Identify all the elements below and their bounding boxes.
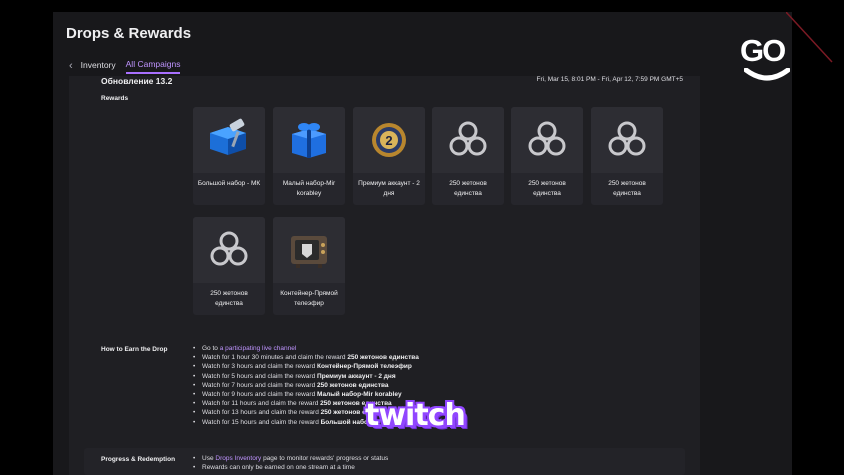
list-item: Watch for 7 hours and claim the reward 2… xyxy=(193,381,419,390)
reward-name: 250 жетонов единства xyxy=(210,290,248,307)
unity-token-icon xyxy=(591,107,663,173)
reward-name: 250 жетонов единства xyxy=(449,180,487,197)
unity-token-icon xyxy=(193,217,265,283)
blue-gift-box-icon xyxy=(273,107,345,173)
reward-name: Большой набор - МК xyxy=(197,180,261,187)
list-item: Use Drops Inventory page to monitor rewa… xyxy=(193,454,388,463)
reward-card[interactable]: Малый набор-Mir korabley xyxy=(273,107,345,205)
participating-channel-link[interactable]: a participating live channel xyxy=(220,345,297,352)
progress-label: Progress & Redemption xyxy=(101,456,176,463)
reward-name: Контейнер-Прямой телеэфир xyxy=(280,290,338,307)
list-item: Go to a participating live channel xyxy=(193,344,419,353)
unity-token-icon xyxy=(511,107,583,173)
chevron-left-icon[interactable]: ‹ xyxy=(69,60,73,72)
premium-badge-icon: 2 xyxy=(353,107,425,173)
list-item: Watch for 5 hours and claim the reward П… xyxy=(193,372,419,381)
campaign-dates: Fri, Mar 15, 8:01 PM - Fri, Apr 12, 7:59… xyxy=(536,76,683,83)
twitch-logo-text: twitch xyxy=(365,398,466,433)
screenshot-stage: Drops & Rewards ‹ Inventory All Campaign… xyxy=(0,0,844,475)
reward-card[interactable]: 2 Премиум аккаунт - 2 дня xyxy=(353,107,425,205)
reward-name: Премиум аккаунт - 2 дня xyxy=(358,180,420,197)
tab-inventory[interactable]: Inventory xyxy=(81,60,116,73)
blue-box-with-item-icon xyxy=(193,107,265,173)
list-item: Watch for 1 hour 30 minutes and claim th… xyxy=(193,353,419,362)
tab-all-campaigns[interactable]: All Campaigns xyxy=(125,59,181,74)
reward-name: 250 жетонов единства xyxy=(528,180,566,197)
reward-card[interactable]: 250 жетонов единства xyxy=(193,217,265,315)
smile-icon xyxy=(744,68,790,81)
drops-inventory-link[interactable]: Drops Inventory xyxy=(215,455,261,462)
progress-list: Use Drops Inventory page to monitor rewa… xyxy=(193,454,388,473)
reward-card[interactable]: 250 жетонов единства xyxy=(591,107,663,205)
list-item: Rewards can only be earned on one stream… xyxy=(193,463,388,472)
twitch-logo: twitch xyxy=(365,398,483,438)
reward-name: Малый набор-Mir korabley xyxy=(282,180,336,197)
reward-card[interactable]: Контейнер-Прямой телеэфир xyxy=(273,217,345,315)
tab-bar: ‹ Inventory All Campaigns xyxy=(69,58,190,74)
unity-token-icon xyxy=(432,107,504,173)
how-to-earn-label: How to Earn the Drop xyxy=(101,346,168,353)
reward-card[interactable]: 250 жетонов единства xyxy=(511,107,583,205)
svg-text:2: 2 xyxy=(385,133,392,148)
corner-line-decoration xyxy=(786,12,833,63)
reward-name: 250 жетонов единства xyxy=(608,180,646,197)
reward-card[interactable]: Большой набор - МК xyxy=(193,107,265,205)
tv-container-icon xyxy=(273,217,345,283)
go-logo-text: GO xyxy=(740,33,786,68)
reward-card[interactable]: 250 жетонов единства xyxy=(432,107,504,205)
page-title: Drops & Rewards xyxy=(66,25,192,42)
list-item: Watch for 3 hours and claim the reward К… xyxy=(193,362,419,371)
campaign-name: Обновление 13.2 xyxy=(101,76,173,86)
rewards-label: Rewards xyxy=(101,95,129,102)
